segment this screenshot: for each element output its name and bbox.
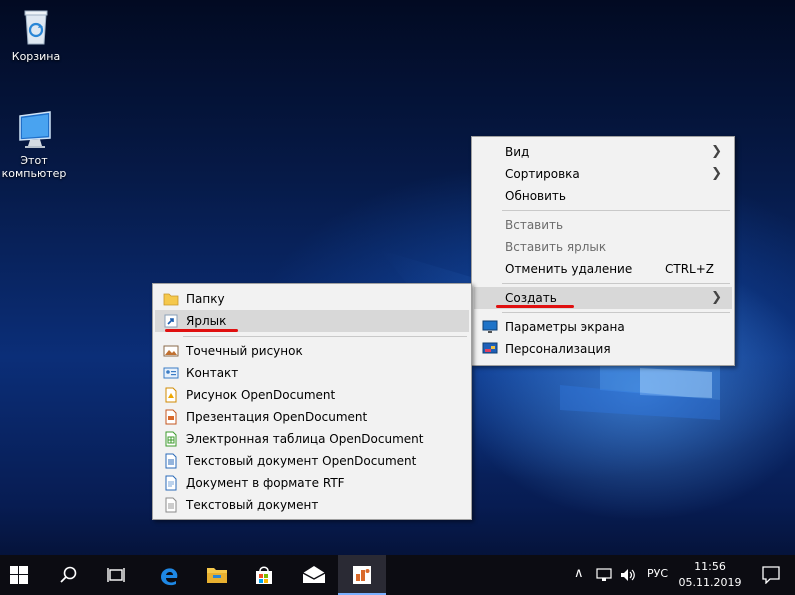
taskbar: ∧ РУС 11:56 05.11.2019 xyxy=(0,555,795,595)
app-icon xyxy=(353,566,371,584)
menu-item-undo-delete[interactable]: Отменить удаление CTRL+Z xyxy=(474,258,732,280)
odg-icon xyxy=(163,387,179,403)
computer-icon xyxy=(14,110,54,150)
submenu-item-bitmap[interactable]: Точечный рисунок xyxy=(155,340,469,362)
submenu-item-rtf[interactable]: Документ в формате RTF xyxy=(155,472,469,494)
folder-icon xyxy=(163,291,179,307)
menu-item-personalization[interactable]: Персонализация xyxy=(474,338,732,360)
annotation-underline xyxy=(496,305,574,308)
menu-item-view[interactable]: Вид ❯ xyxy=(474,141,732,163)
menu-item-paste-shortcut[interactable]: Вставить ярлык xyxy=(474,236,732,258)
clock[interactable]: 11:56 05.11.2019 xyxy=(675,559,745,591)
shortcut-label: CTRL+Z xyxy=(664,262,714,276)
submenu-item-txt[interactable]: Текстовый документ xyxy=(155,494,469,516)
chevron-right-icon: ❯ xyxy=(711,290,722,305)
volume-icon[interactable] xyxy=(620,568,636,582)
submenu-item-contact[interactable]: Контакт xyxy=(155,362,469,384)
ods-icon xyxy=(163,431,179,447)
recycle-bin-label: Корзина xyxy=(11,50,61,63)
chevron-right-icon: ❯ xyxy=(711,144,722,159)
contact-icon xyxy=(163,365,179,381)
odp-icon xyxy=(163,409,179,425)
language-indicator[interactable]: РУС xyxy=(647,567,668,580)
odt-icon xyxy=(163,453,179,469)
store-icon xyxy=(256,566,272,584)
submenu-item-ods[interactable]: Электронная таблица OpenDocument xyxy=(155,428,469,450)
mail-button[interactable] xyxy=(288,555,336,595)
clock-date: 05.11.2019 xyxy=(678,576,742,589)
edge-icon xyxy=(161,568,178,586)
mail-icon xyxy=(302,566,326,583)
desktop-context-menu: Вид ❯ Сортировка ❯ Обновить Вставить Вст… xyxy=(471,136,735,366)
menu-item-sort[interactable]: Сортировка ❯ xyxy=(474,163,732,185)
edge-button[interactable] xyxy=(144,555,192,595)
display-settings-icon xyxy=(482,319,498,335)
submenu-item-odp[interactable]: Презентация OpenDocument xyxy=(155,406,469,428)
windows-logo-icon xyxy=(10,566,28,584)
rtf-icon xyxy=(163,475,179,491)
menu-item-refresh[interactable]: Обновить xyxy=(474,185,732,207)
file-explorer-button[interactable] xyxy=(192,555,240,595)
notification-icon xyxy=(762,566,780,584)
menu-separator xyxy=(502,283,730,284)
menu-item-display-settings[interactable]: Параметры экрана xyxy=(474,316,732,338)
menu-separator xyxy=(183,336,467,337)
this-pc-shortcut[interactable]: Этот компьютер xyxy=(0,110,72,180)
recycle-bin-icon xyxy=(16,6,56,46)
txt-icon xyxy=(163,497,179,513)
submenu-item-odg[interactable]: Рисунок OpenDocument xyxy=(155,384,469,406)
annotation-underline xyxy=(165,329,238,332)
menu-item-paste[interactable]: Вставить xyxy=(474,214,732,236)
app-button[interactable] xyxy=(338,555,386,595)
personalization-icon xyxy=(482,341,498,357)
file-explorer-icon xyxy=(207,568,227,583)
submenu-item-odt[interactable]: Текстовый документ OpenDocument xyxy=(155,450,469,472)
search-icon xyxy=(60,566,77,583)
chevron-right-icon: ❯ xyxy=(711,166,722,181)
search-button[interactable] xyxy=(44,555,92,595)
task-view-button[interactable] xyxy=(92,555,140,595)
create-submenu: Папку Ярлык Точечный рисунок Контакт Рис… xyxy=(152,283,472,520)
network-icon[interactable] xyxy=(596,568,612,582)
action-center-button[interactable] xyxy=(747,555,795,595)
menu-separator xyxy=(502,312,730,313)
store-button[interactable] xyxy=(240,555,288,595)
bitmap-icon xyxy=(163,343,179,359)
clock-time: 11:56 xyxy=(694,560,726,573)
recycle-bin-shortcut[interactable]: Корзина xyxy=(0,6,74,63)
shortcut-icon xyxy=(163,313,179,329)
chevron-up-icon[interactable]: ∧ xyxy=(574,566,584,581)
menu-separator xyxy=(502,210,730,211)
task-view-icon xyxy=(107,568,125,582)
this-pc-label: Этот компьютер xyxy=(1,154,67,180)
submenu-item-folder[interactable]: Папку xyxy=(155,288,469,310)
start-button[interactable] xyxy=(0,555,48,595)
